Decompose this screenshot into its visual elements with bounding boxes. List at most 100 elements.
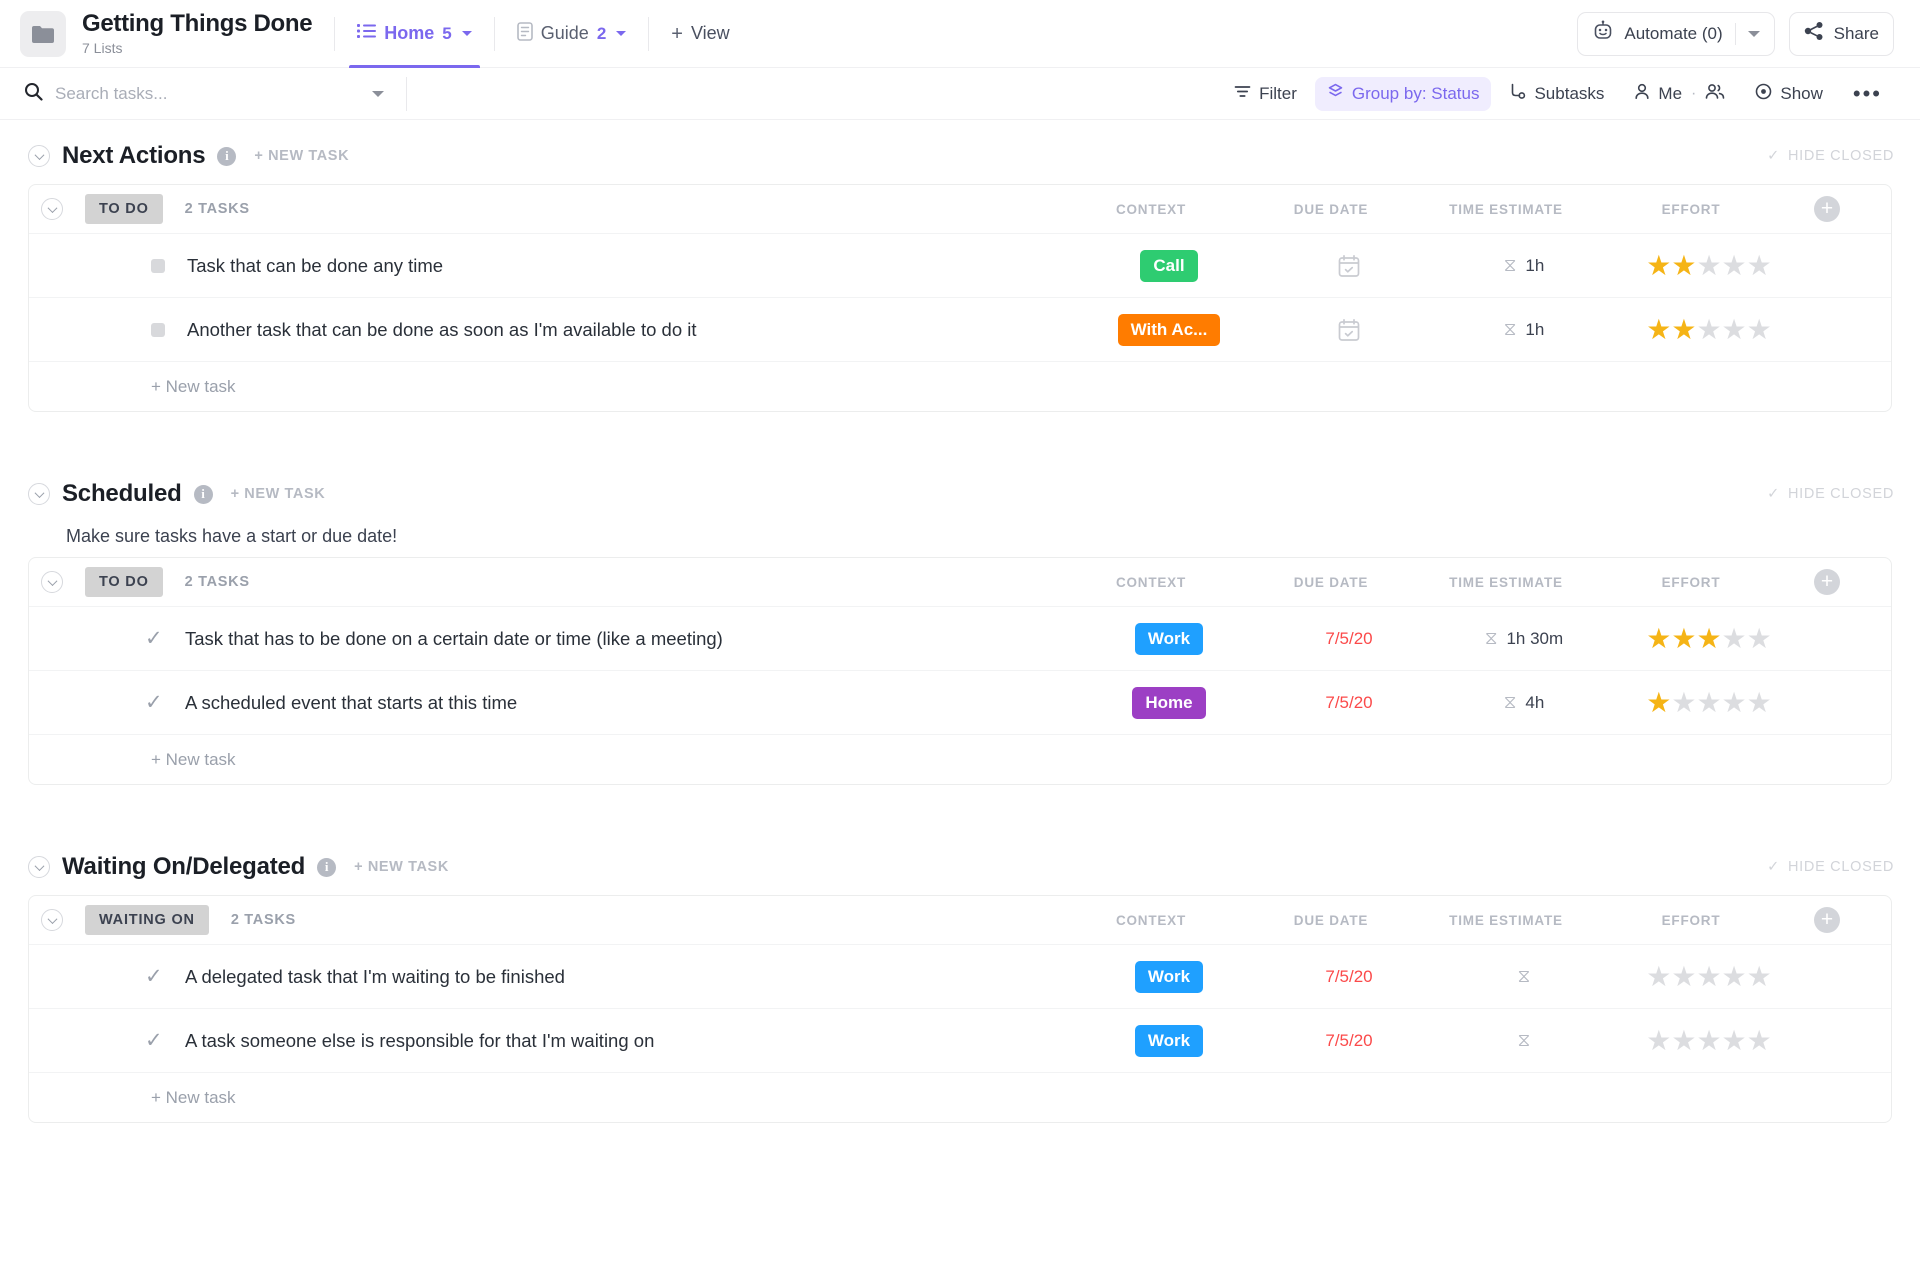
effort-cell[interactable]: ★ ★ ★ ★ ★ — [1619, 1026, 1799, 1055]
task-name[interactable]: A delegated task that I'm waiting to be … — [185, 966, 565, 988]
chevron-down-icon[interactable] — [616, 31, 627, 36]
time-estimate-cell[interactable]: ⧖ 1h — [1429, 255, 1619, 276]
effort-star[interactable]: ★ — [1722, 251, 1747, 280]
check-status-icon[interactable]: ✓ — [145, 1030, 165, 1051]
effort-star[interactable]: ★ — [1747, 624, 1772, 653]
section-collapse-icon[interactable] — [28, 856, 50, 878]
table-row[interactable]: ✓ A task someone else is responsible for… — [29, 1008, 1891, 1072]
context-cell[interactable]: Work — [1069, 1024, 1269, 1057]
time-estimate-value[interactable]: ⧖ 1h — [1504, 255, 1545, 276]
share-button[interactable]: Share — [1788, 11, 1894, 56]
effort-star[interactable]: ★ — [1646, 624, 1671, 653]
square-status-icon[interactable] — [151, 258, 165, 273]
task-name[interactable]: A task someone else is responsible for t… — [185, 1030, 654, 1052]
task-name[interactable]: Task that has to be done on a certain da… — [185, 628, 723, 650]
context-cell[interactable]: Work — [1069, 622, 1269, 655]
effort-star[interactable]: ★ — [1722, 1026, 1747, 1055]
time-estimate-value[interactable]: ⧖ 1h — [1504, 319, 1545, 340]
status-badge[interactable]: TO DO — [85, 567, 163, 597]
chevron-down-icon[interactable] — [372, 90, 384, 97]
add-view-button[interactable]: + View — [649, 0, 751, 68]
effort-cell[interactable]: ★ ★ ★ ★ ★ — [1619, 962, 1799, 991]
due-date-cell[interactable]: 7/5/20 — [1269, 693, 1429, 713]
effort-star[interactable]: ★ — [1696, 688, 1721, 717]
tab-guide[interactable]: Guide 2 — [495, 0, 649, 68]
time-estimate-empty[interactable]: ⧖ — [1518, 966, 1531, 987]
section-collapse-icon[interactable] — [28, 145, 50, 167]
context-cell[interactable]: Call — [1069, 249, 1269, 282]
effort-star[interactable]: ★ — [1747, 688, 1772, 717]
effort-cell[interactable]: ★ ★ ★ ★ ★ — [1619, 688, 1799, 717]
effort-star[interactable]: ★ — [1696, 1026, 1721, 1055]
effort-star[interactable]: ★ — [1671, 315, 1696, 344]
info-icon[interactable]: i — [317, 857, 337, 877]
effort-cell[interactable]: ★ ★ ★ ★ ★ — [1619, 624, 1799, 653]
task-name[interactable]: Another task that can be done as soon as… — [187, 319, 697, 341]
due-date-value[interactable]: 7/5/20 — [1325, 629, 1372, 649]
chevron-down-icon[interactable] — [461, 31, 472, 36]
table-row[interactable]: ✓ Task that has to be done on a certain … — [29, 606, 1891, 670]
search-box[interactable] — [24, 82, 384, 106]
due-date-value[interactable]: 7/5/20 — [1325, 693, 1372, 713]
hide-closed-toggle[interactable]: ✓ HIDE CLOSED — [1767, 148, 1894, 164]
task-name[interactable]: Task that can be done any time — [187, 255, 443, 277]
show-button[interactable]: Show — [1743, 77, 1835, 111]
tab-home[interactable]: Home 5 — [335, 0, 493, 68]
effort-star[interactable]: ★ — [1722, 962, 1747, 991]
effort-star[interactable]: ★ — [1722, 688, 1747, 717]
section-new-task-button[interactable]: + NEW TASK — [231, 486, 326, 502]
effort-cell[interactable]: ★ ★ ★ ★ ★ — [1619, 251, 1799, 280]
check-status-icon[interactable]: ✓ — [145, 966, 165, 987]
effort-star[interactable]: ★ — [1646, 1026, 1671, 1055]
add-column-button[interactable]: + — [1814, 569, 1840, 595]
effort-star[interactable]: ★ — [1696, 962, 1721, 991]
new-task-row[interactable]: + New task — [29, 734, 1891, 784]
effort-star[interactable]: ★ — [1671, 251, 1696, 280]
more-options-button[interactable]: ••• — [1841, 77, 1894, 111]
info-icon[interactable]: i — [193, 484, 213, 504]
chevron-down-icon[interactable] — [1747, 30, 1760, 37]
effort-star[interactable]: ★ — [1696, 251, 1721, 280]
time-estimate-cell[interactable]: ⧖ — [1429, 966, 1619, 987]
group-by-button[interactable]: Group by: Status — [1314, 76, 1492, 111]
table-row[interactable]: Another task that can be done as soon as… — [29, 297, 1891, 361]
info-icon[interactable]: i — [217, 146, 237, 166]
calendar-icon[interactable] — [1337, 318, 1361, 342]
context-tag[interactable]: Home — [1132, 686, 1206, 719]
group-collapse-icon[interactable] — [41, 571, 63, 593]
hide-closed-toggle[interactable]: ✓ HIDE CLOSED — [1767, 859, 1894, 875]
table-row[interactable]: ✓ A delegated task that I'm waiting to b… — [29, 944, 1891, 1008]
group-collapse-icon[interactable] — [41, 198, 63, 220]
effort-star[interactable]: ★ — [1671, 688, 1696, 717]
due-date-cell[interactable]: 7/5/20 — [1269, 967, 1429, 987]
effort-star[interactable]: ★ — [1747, 962, 1772, 991]
filter-button[interactable]: Filter — [1222, 77, 1309, 111]
new-task-row[interactable]: + New task — [29, 361, 1891, 411]
effort-star[interactable]: ★ — [1671, 962, 1696, 991]
effort-star[interactable]: ★ — [1747, 1026, 1772, 1055]
time-estimate-cell[interactable]: ⧖ 1h 30m — [1429, 628, 1619, 649]
subtasks-button[interactable]: Subtasks — [1497, 77, 1616, 111]
status-badge[interactable]: TO DO — [85, 194, 163, 224]
time-estimate-empty[interactable]: ⧖ — [1518, 1030, 1531, 1051]
context-cell[interactable]: Home — [1069, 686, 1269, 719]
effort-star[interactable]: ★ — [1696, 624, 1721, 653]
effort-star[interactable]: ★ — [1722, 624, 1747, 653]
due-date-value[interactable]: 7/5/20 — [1325, 1031, 1372, 1051]
due-date-cell[interactable] — [1269, 318, 1429, 342]
effort-star[interactable]: ★ — [1646, 688, 1671, 717]
time-estimate-cell[interactable]: ⧖ — [1429, 1030, 1619, 1051]
context-tag[interactable]: Work — [1134, 960, 1204, 993]
effort-star[interactable]: ★ — [1747, 251, 1772, 280]
context-tag[interactable]: Work — [1134, 622, 1204, 655]
search-input[interactable] — [55, 83, 360, 104]
effort-star[interactable]: ★ — [1696, 315, 1721, 344]
context-cell[interactable]: With Ac... — [1069, 313, 1269, 346]
context-cell[interactable]: Work — [1069, 960, 1269, 993]
context-tag[interactable]: Work — [1134, 1024, 1204, 1057]
context-tag[interactable]: Call — [1140, 249, 1198, 282]
effort-star[interactable]: ★ — [1646, 315, 1671, 344]
due-date-cell[interactable]: 7/5/20 — [1269, 1031, 1429, 1051]
square-status-icon[interactable] — [151, 322, 165, 337]
hide-closed-toggle[interactable]: ✓ HIDE CLOSED — [1767, 486, 1894, 502]
